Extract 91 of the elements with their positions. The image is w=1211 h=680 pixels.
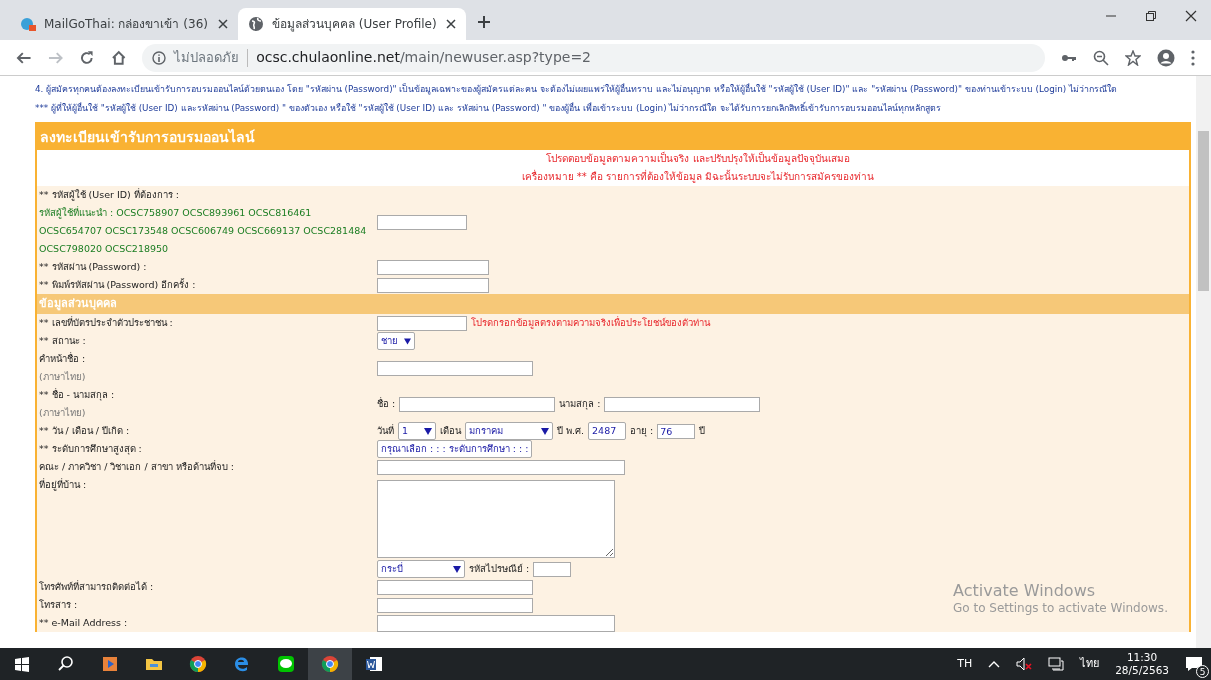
dropdown[interactable]: ชาย [377, 332, 415, 350]
field-label: ** สถานะ : [39, 334, 87, 348]
caret-icon [424, 427, 432, 435]
dropdown[interactable]: มกราคม [465, 422, 553, 440]
chat-app-icon[interactable] [277, 655, 295, 673]
profile-icon[interactable] [1157, 48, 1176, 67]
close-icon[interactable] [1185, 10, 1197, 22]
muted-speaker-icon[interactable] [1016, 657, 1033, 671]
network-icon[interactable] [1048, 657, 1065, 671]
notice-text: *** ผู้ที่ให้ผู้อื่นใช้ "รหัสผู้ใช้ (User ID) และรหัสผ่าน (Password) " ของตัวเอง หรือใช้ "รหัสผู้ใช้ (User ID) และ รหัสผ่าน (Password) " ของผู้อื่น เพื่อเข้าระบบ (Login) ไม่ว่ากรณีใด จะได้รับการยกเลิกสิทธิ์เข้ารับการอบรมออนไลน์ทุกหลักสูตร [35, 100, 943, 116]
input-field[interactable] [377, 259, 489, 275]
field-label: ปี [699, 424, 706, 438]
field-label: โทรศัพท์ที่สามารถติดต่อได้ : [39, 579, 155, 594]
activation-notice: Activate Windows Go to Settings to activate Windows. [953, 581, 1168, 616]
field-label: ** รหัสผ่าน (Password) : [39, 260, 148, 274]
zoom-out-icon[interactable] [1093, 49, 1110, 66]
url-text: ocsc.chulaonline.net/main/newuser.asp?type=2 [256, 48, 592, 67]
field-label: อายุ : [630, 424, 654, 438]
caret-icon [404, 337, 411, 345]
home-icon[interactable] [110, 49, 127, 66]
field-label: ** ชื่อ - นามสกุล : [39, 387, 116, 403]
input-field[interactable] [377, 214, 467, 230]
dropdown[interactable]: กรุณาเลือก : : : ระดับการศึกษา : : : [377, 440, 532, 458]
dropdown[interactable]: 1 [398, 422, 436, 440]
section-heading: ข้อมูลส่วนบุคคล [37, 294, 1189, 314]
caret-icon [541, 427, 549, 435]
mail-globe-icon [20, 16, 36, 32]
field-label: ** วัน / เดือน / ปีเกิด : [39, 424, 131, 438]
field-label: คณะ / ภาควิชา / วิชาเอก / สาขา หรือด้านที่จบ : [39, 459, 235, 474]
input-field[interactable] [377, 360, 533, 376]
field-label: ** เลขที่บัตรประจำตัวประชาชน : [39, 315, 174, 330]
input-field[interactable]: 76 [657, 423, 696, 439]
browser-tab[interactable]: ข้อมูลส่วนบุคคล (User Profile) [238, 8, 466, 40]
browser-e-icon[interactable] [233, 655, 251, 673]
close-icon[interactable] [446, 19, 456, 29]
info-icon[interactable] [152, 50, 167, 65]
clock[interactable]: 11:30 28/5/2563 [1115, 651, 1169, 677]
field-label: นามสกุล : [559, 397, 601, 411]
tab-title: MailGoThai: กล่องขาเข้า (36) [44, 16, 209, 33]
field-label: ** พิมพ์รหัสผ่าน (Password) อีกครั้ง : [39, 277, 197, 292]
field-label: ** e-Mail Address : [39, 616, 129, 630]
field-label: ปี พ.ศ. [557, 424, 585, 438]
caret-icon [453, 565, 461, 573]
field-hint: (ภาษาไทย) [39, 406, 87, 420]
media-player-icon[interactable] [101, 655, 119, 673]
word-icon[interactable] [365, 655, 383, 673]
input-field[interactable] [377, 597, 533, 613]
warning-text: โปรดกรอกข้อมูลตรงตามความจริงเพื่อประโยชน์ของตัวท่าน [471, 316, 710, 330]
input-field[interactable] [399, 396, 556, 412]
security-label: ไม่ปลอดภัย [174, 48, 240, 67]
chrome-icon[interactable] [321, 655, 339, 673]
language-indicator[interactable]: TH [957, 655, 973, 673]
field-label: ** รหัสผู้ใช้ (User ID) ที่ต้องการ : [39, 187, 180, 203]
chrome-icon[interactable] [189, 655, 207, 673]
input-field[interactable] [533, 561, 572, 577]
input-field[interactable] [604, 396, 761, 412]
chevron-up-icon[interactable] [988, 660, 1001, 668]
search-icon[interactable] [57, 655, 75, 673]
address-bar[interactable]: ไม่ปลอดภัย ocsc.chulaonline.net/main/newuser.asp?type=2 [142, 43, 1046, 72]
input-method[interactable]: ไทย [1080, 655, 1100, 673]
field-label: คำหน้าชื่อ : [39, 351, 87, 366]
menu-icon[interactable] [1191, 49, 1196, 66]
field-label: เดือน [440, 424, 461, 438]
start-icon[interactable] [13, 655, 31, 673]
field-hint: (ภาษาไทย) [39, 370, 87, 384]
input-field[interactable] [377, 277, 489, 293]
field-label: ชื่อ : [377, 397, 396, 411]
close-icon[interactable] [218, 19, 228, 29]
scrollbar[interactable] [1196, 76, 1211, 648]
field-label: รหัสไปรษณีย์ : [469, 562, 530, 576]
input-field[interactable] [377, 315, 467, 331]
input-field[interactable] [377, 459, 625, 475]
reload-icon[interactable] [79, 49, 95, 66]
notice-text: 4. ผู้สมัครทุกคนต้องลงทะเบียนเข้ารับการอบรมออนไลน์ด้วยตนเอง โดย "รหัสผ่าน (Password)" เป็นข้อมูลเฉพาะของผู้สมัครแต่ละคน จะต้องไม่เผยแพร่ให้ผู้อื่นทราบ และไม่อนุญาต หรือให้ผู้อื่นใช้ "รหัสผู้ใช้ (User ID)" และ "รหัสผ่าน (Password)" ของท่านเข้าระบบ (Login) ไม่ว่ากรณีใด [35, 82, 1118, 97]
globe-icon [248, 16, 264, 32]
suggestion-text: รหัสผู้ใช้ที่แนะนำ : OCSC758907 OCSC893961 OCSC816461 OCSC654707 OCSC173548 OCSC606749 OCSC669137 OCSC281484 OCSC798020 OCSC218950 [39, 205, 368, 256]
field-label: ** ระดับการศึกษาสูงสุด : [39, 442, 143, 457]
input-field[interactable] [377, 614, 615, 632]
dropdown[interactable]: กระบี่ [377, 560, 465, 578]
browser-tab[interactable]: MailGoThai: กล่องขาเข้า (36) [10, 8, 238, 40]
field-label: วันที่ [377, 424, 394, 438]
field-label: โทรสาร : [39, 598, 79, 612]
new-tab-icon[interactable] [477, 15, 491, 29]
field-label: ที่อยู่ที่บ้าน : [39, 477, 88, 493]
form-title: ลงทะเบียนเข้ารับการอบรมออนไลน์ [37, 122, 1189, 150]
dropdown[interactable]: 2487 [588, 422, 627, 440]
restore-icon[interactable] [1145, 10, 1157, 22]
tab-title: ข้อมูลส่วนบุคคล (User Profile) [272, 16, 438, 33]
notification-count: 5 [1196, 665, 1209, 678]
star-icon[interactable] [1125, 49, 1142, 66]
input-field[interactable] [377, 579, 533, 595]
